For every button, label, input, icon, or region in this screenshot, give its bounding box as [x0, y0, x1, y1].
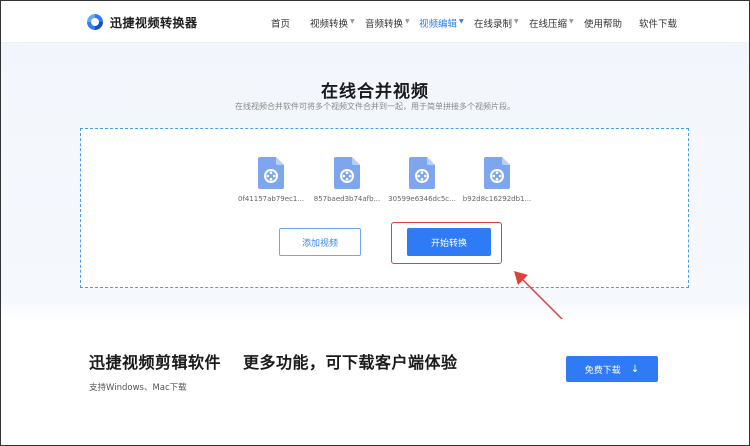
video-file-icon [258, 157, 284, 189]
file-name: 857baed3b74afb... [313, 195, 381, 203]
nav-label: 软件下载 [639, 19, 678, 30]
caret-down-icon: ▼ [459, 17, 464, 25]
promo-title-left: 迅捷视频剪辑软件 [89, 353, 222, 372]
caret-down-icon: ▼ [514, 17, 519, 25]
video-file-icon [484, 157, 510, 189]
caret-down-icon: ▼ [350, 17, 355, 25]
nav-help[interactable]: 使用帮助 [584, 16, 622, 30]
nav-audio-convert[interactable]: 音频转换 ▼ [365, 16, 410, 31]
page-subtitle: 在线视频合并软件可将多个视频文件合并到一起，用于简单拼接多个视频片段。 [235, 102, 515, 111]
free-download-button[interactable]: 免费下载 ↓ [566, 356, 658, 382]
nav-home[interactable]: 首页 [271, 16, 290, 30]
file-item[interactable]: 0f41157ab79ec1... [236, 157, 306, 203]
nav-software-download[interactable]: 软件下载 [639, 16, 677, 30]
page-frame: 迅捷视频转换器 首页 视频转换 ▼ 音频转换 ▼ 视频编辑 ▼ 在线录制 ▼ 在线压缩 ▼… [0, 0, 750, 446]
nav-label: 使用帮助 [584, 19, 623, 30]
file-item[interactable]: 30599e6346dc5c... [387, 157, 457, 203]
nav-label: 在线压缩 [529, 19, 568, 30]
promo-title: 迅捷视频剪辑软件 更多功能，可下载客户端体验 [89, 349, 458, 373]
nav-online-compress[interactable]: 在线压缩 ▼ [529, 16, 574, 31]
nav-label: 视频转换 [310, 19, 349, 30]
file-item[interactable]: 857baed3b74afb... [312, 157, 382, 203]
caret-down-icon: ▼ [569, 17, 574, 25]
file-item[interactable]: b92d8c16292db1... [462, 157, 532, 203]
nav-label: 在线录制 [474, 19, 513, 30]
download-icon: ↓ [630, 363, 640, 375]
nav-label: 视频编辑 [419, 19, 458, 30]
video-file-icon [334, 157, 360, 189]
video-file-icon [409, 157, 435, 189]
logo-text: 迅捷视频转换器 [110, 15, 198, 30]
nav-online-record[interactable]: 在线录制 ▼ [474, 16, 519, 31]
file-name: 0f41157ab79ec1... [237, 195, 305, 203]
nav-video-edit[interactable]: 视频编辑 ▼ [419, 16, 464, 31]
download-label: 免费下载 [584, 365, 621, 376]
nav-label: 音频转换 [365, 19, 404, 30]
add-video-button[interactable]: 添加视频 [279, 228, 361, 256]
upload-dropzone[interactable]: 0f41157ab79ec1... 857baed3b74afb... 3059… [80, 128, 689, 288]
promo-title-right: 更多功能，可下载客户端体验 [243, 353, 458, 372]
start-convert-button[interactable]: 开始转换 [407, 228, 491, 256]
nav-video-convert[interactable]: 视频转换 ▼ [310, 16, 355, 31]
file-name: b92d8c16292db1... [462, 195, 532, 203]
page-title: 在线合并视频 [321, 82, 429, 102]
promo-subtitle: 支持Windows、Mac下载 [89, 383, 187, 393]
promo-section: 迅捷视频剪辑软件 更多功能，可下载客户端体验 支持Windows、Mac下载 免费… [1, 319, 749, 445]
file-name: 30599e6346dc5c... [388, 195, 456, 203]
caret-down-icon: ▼ [405, 17, 410, 25]
site-header: 迅捷视频转换器 首页 视频转换 ▼ 音频转换 ▼ 视频编辑 ▼ 在线录制 ▼ 在线压缩 ▼… [1, 1, 749, 43]
nav-label: 首页 [271, 19, 291, 30]
logo-icon [87, 14, 103, 30]
logo[interactable]: 迅捷视频转换器 [85, 12, 198, 32]
